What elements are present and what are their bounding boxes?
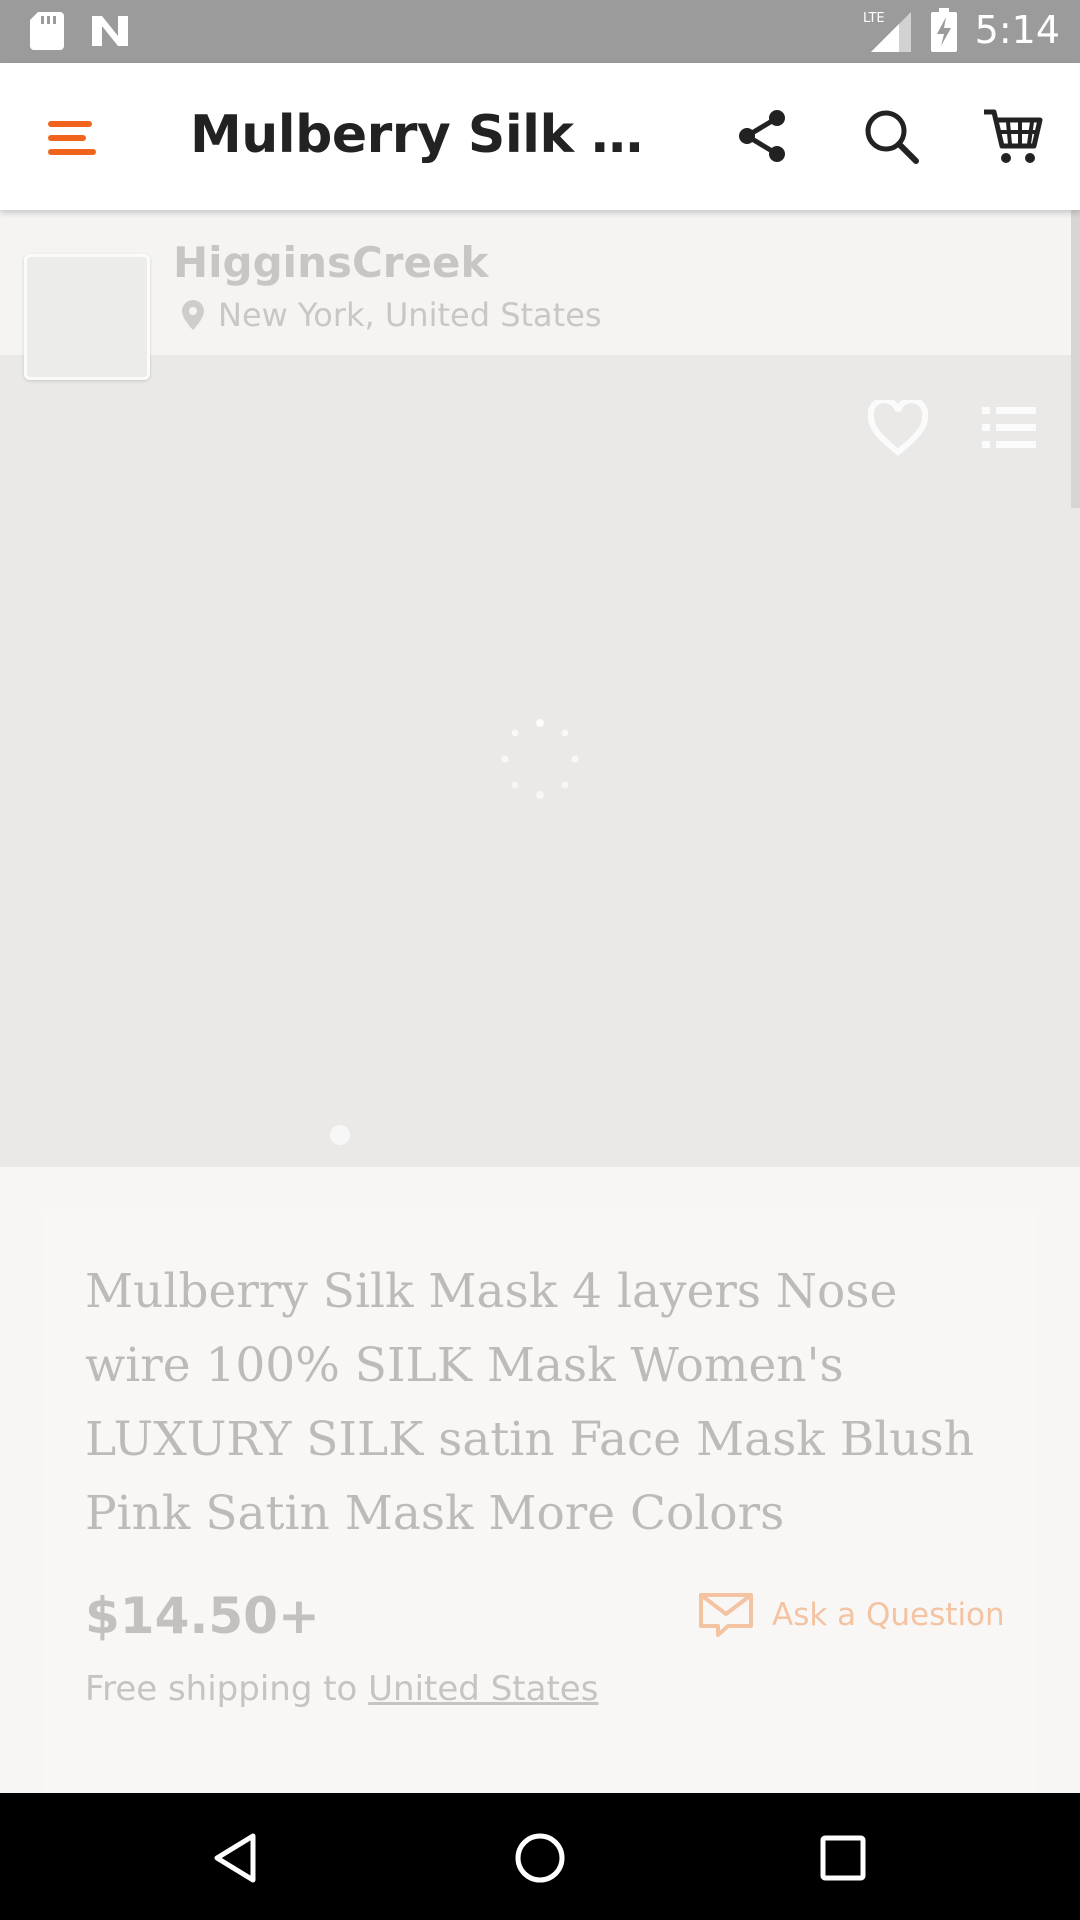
shop-location: New York, United States <box>182 296 602 334</box>
back-button[interactable] <box>200 1823 270 1893</box>
system-nav-bar <box>0 1793 1080 1920</box>
shop-name[interactable]: HigginsCreek <box>173 238 488 287</box>
n-notification-icon <box>92 16 128 46</box>
status-left-icons <box>30 12 130 50</box>
signal-lte-icon: LTE <box>863 11 911 52</box>
menu-icon <box>48 121 96 155</box>
recents-icon <box>820 1835 866 1881</box>
menu-button[interactable] <box>38 107 108 167</box>
recents-button[interactable] <box>808 1823 878 1893</box>
ask-question-label: Ask a Question <box>772 1597 1005 1633</box>
app-bar: Mulberry Silk Mas... <box>0 63 1080 210</box>
search-button[interactable] <box>858 103 924 169</box>
shipping-country-link[interactable]: United States <box>368 1669 598 1709</box>
listing-price: $14.50+ <box>85 1587 320 1645</box>
shop-header[interactable]: HigginsCreek New York, United States <box>0 210 1080 380</box>
shipping-prefix: Free shipping to <box>85 1669 358 1709</box>
gallery-page-indicator <box>330 1125 350 1145</box>
shipping-info: Free shipping to United States <box>85 1669 598 1709</box>
page-title: Mulberry Silk Mas... <box>190 105 690 165</box>
cart-button[interactable] <box>980 103 1046 169</box>
status-bar: LTE 5:14 <box>0 0 1080 63</box>
heart-icon <box>867 397 929 456</box>
ask-question-button[interactable]: Ask a Question <box>698 1592 1005 1638</box>
sd-card-icon <box>30 12 64 50</box>
back-icon <box>214 1833 256 1883</box>
shop-location-text: New York, United States <box>218 296 602 334</box>
share-button[interactable] <box>730 103 796 169</box>
location-pin-icon <box>182 300 204 330</box>
mail-icon <box>699 1593 753 1637</box>
add-to-list-button[interactable] <box>980 403 1038 453</box>
battery-charging-icon <box>930 8 957 52</box>
home-icon <box>515 1833 565 1883</box>
listing-image-gallery[interactable] <box>0 355 1080 1167</box>
home-button[interactable] <box>505 1823 575 1893</box>
listing-title: Mulberry Silk Mask 4 layers Nose wire 10… <box>85 1264 974 1541</box>
cart-icon <box>984 109 1043 163</box>
shop-avatar[interactable] <box>24 254 150 380</box>
loading-spinner-icon <box>501 719 579 799</box>
status-time: 5:14 <box>974 8 1060 52</box>
favorite-button[interactable] <box>867 397 929 456</box>
listing-details: Mulberry Silk Mask 4 layers Nose wire 10… <box>0 1167 1080 1813</box>
share-icon <box>739 110 785 162</box>
list-icon <box>982 407 1036 448</box>
search-icon <box>865 110 919 164</box>
scrollbar[interactable] <box>1071 210 1080 508</box>
status-right-icons: LTE 5:14 <box>863 8 1060 52</box>
svg-text:LTE: LTE <box>863 11 885 26</box>
